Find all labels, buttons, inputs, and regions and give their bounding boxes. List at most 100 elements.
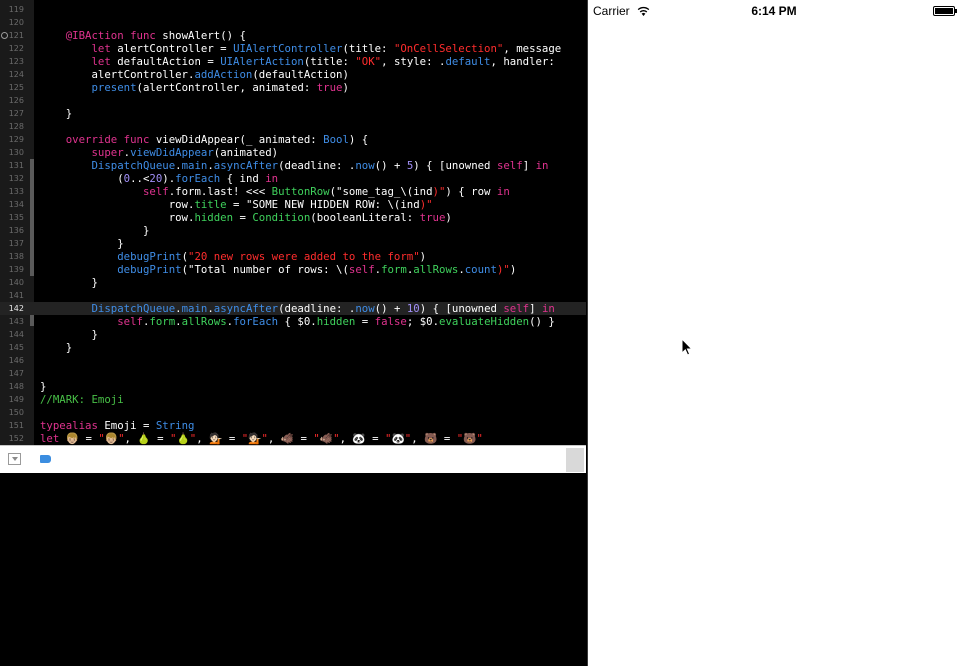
code-text: present(alertController, animated: true): [91, 81, 349, 94]
hide-debug-area-icon[interactable]: [8, 453, 21, 465]
code-line[interactable]: 139 debugPrint("Total number of rows: \(…: [0, 263, 586, 276]
code-text: }: [40, 237, 124, 250]
code-line[interactable]: 144 }: [0, 328, 586, 341]
line-number: 137: [8, 239, 24, 248]
code-line[interactable]: 143 self.form.allRows.forEach { $0.hidde…: [0, 315, 586, 328]
line-number: 128: [8, 122, 24, 131]
tag-icon[interactable]: [40, 455, 51, 463]
line-number: 151: [8, 421, 24, 430]
code-line[interactable]: 133 self.form.last! <<< ButtonRow("some_…: [0, 185, 586, 198]
line-number: 120: [8, 18, 24, 27]
debug-bar-scroll-area[interactable]: [566, 448, 584, 472]
code-line[interactable]: 152 let 👦🏼 = "👦🏼", 🍐 = "🍐", 💁🏻 = "💁🏻", 🐗 …: [0, 432, 586, 445]
line-number: 127: [8, 109, 24, 118]
line-number: 142: [8, 304, 24, 313]
code-line[interactable]: 123 let defaultAction = UIAlertAction(ti…: [0, 55, 586, 68]
ios-simulator-screen[interactable]: Carrier 6:14 PM: [587, 0, 959, 666]
line-number: 150: [8, 408, 24, 417]
code-text: self.form.allRows.forEach { $0.hidden = …: [117, 315, 555, 328]
line-number: 146: [8, 356, 24, 365]
line-number: 123: [8, 57, 24, 66]
code-text: DispatchQueue.main.asyncAfter(deadline: …: [91, 159, 549, 172]
line-number: 147: [8, 369, 24, 378]
ios-status-bar: Carrier 6:14 PM: [588, 0, 959, 22]
code-line[interactable]: 119: [0, 3, 586, 16]
code-text: let alertController = UIAlertController(…: [91, 42, 562, 55]
code-text: DispatchQueue.main.asyncAfter(deadline: …: [91, 302, 555, 315]
line-number: 149: [8, 395, 24, 404]
code-line[interactable]: 150: [0, 406, 586, 419]
code-line[interactable]: 137 }: [0, 237, 586, 250]
code-line[interactable]: 128: [0, 120, 586, 133]
code-line[interactable]: 136 }: [0, 224, 586, 237]
line-number: 131: [8, 161, 24, 170]
line-number: 119: [8, 5, 24, 14]
line-number: 152: [8, 434, 24, 443]
line-number: 138: [8, 252, 24, 261]
code-text: }: [40, 341, 73, 354]
line-number: 148: [8, 382, 24, 391]
code-text: let defaultAction = UIAlertAction(title:…: [91, 55, 555, 68]
line-number: 144: [8, 330, 24, 339]
code-line[interactable]: 141: [0, 289, 586, 302]
code-line[interactable]: 135 row.hidden = Condition(booleanLitera…: [0, 211, 586, 224]
code-line[interactable]: 149 //MARK: Emoji: [0, 393, 586, 406]
code-line[interactable]: 148}: [0, 380, 586, 393]
code-editor[interactable]: 119 120 121 @IBAction func showAlert() {12…: [0, 0, 586, 445]
line-number: 133: [8, 187, 24, 196]
code-line[interactable]: 134 row.title = "SOME NEW HIDDEN ROW: \(…: [0, 198, 586, 211]
debug-bar: [0, 445, 586, 473]
code-text: row.title = "SOME NEW HIDDEN ROW: \(ind)…: [40, 198, 433, 211]
code-text: let 👦🏼 = "👦🏼", 🍐 = "🍐", 💁🏻 = "💁🏻", 🐗 = "…: [40, 432, 483, 445]
code-line[interactable]: 147: [0, 367, 586, 380]
code-text: typealias Emoji = String: [40, 419, 195, 432]
line-number: 130: [8, 148, 24, 157]
code-text: self.form.last! <<< ButtonRow("some_tag_…: [142, 185, 510, 198]
code-line[interactable]: 127 }: [0, 107, 586, 120]
line-number: 139: [8, 265, 24, 274]
code-line[interactable]: 145 }: [0, 341, 586, 354]
line-number: 140: [8, 278, 24, 287]
debug-console[interactable]: [0, 473, 586, 666]
line-number: 134: [8, 200, 24, 209]
line-number: 141: [8, 291, 24, 300]
code-line[interactable]: 122 let alertController = UIAlertControl…: [0, 42, 586, 55]
code-text: override func viewDidAppear(_ animated: …: [65, 133, 369, 146]
line-number: 143: [8, 317, 24, 326]
code-text: @IBAction func showAlert() {: [65, 29, 246, 42]
line-number: 121: [8, 31, 24, 40]
line-number: 125: [8, 83, 24, 92]
code-line[interactable]: 129 override func viewDidAppear(_ animat…: [0, 133, 586, 146]
code-line[interactable]: 130 super.viewDidAppear(animated): [0, 146, 586, 159]
code-line[interactable]: 146: [0, 354, 586, 367]
code-line[interactable]: 151 typealias Emoji = String: [0, 419, 586, 432]
battery-icon: [933, 6, 957, 16]
code-line[interactable]: 120: [0, 16, 586, 29]
status-time: 6:14 PM: [751, 4, 797, 18]
code-line[interactable]: 124 alertController.addAction(defaultAct…: [0, 68, 586, 81]
code-text: }: [40, 328, 98, 341]
line-number: 132: [8, 174, 24, 183]
code-line[interactable]: 132 (0..<20).forEach { ind in: [0, 172, 586, 185]
code-text: }: [40, 276, 98, 289]
code-line[interactable]: 138 debugPrint("20 new rows were added t…: [0, 250, 586, 263]
code-text: row.hidden = Condition(booleanLiteral: t…: [40, 211, 452, 224]
code-text: //MARK: Emoji: [40, 393, 124, 406]
code-line[interactable]: 140 }: [0, 276, 586, 289]
code-text: alertController.addAction(defaultAction): [40, 68, 349, 81]
code-line[interactable]: 126: [0, 94, 586, 107]
line-number: 136: [8, 226, 24, 235]
code-line[interactable]: 142 DispatchQueue.main.asyncAfter(deadli…: [0, 302, 586, 315]
code-text: }: [40, 380, 47, 393]
code-line[interactable]: 121 @IBAction func showAlert() {: [0, 29, 586, 42]
code-line[interactable]: 125 present(alertController, animated: t…: [0, 81, 586, 94]
line-number: 122: [8, 44, 24, 53]
code-line[interactable]: 131 DispatchQueue.main.asyncAfter(deadli…: [0, 159, 586, 172]
code-text: debugPrint("20 new rows were added to th…: [117, 250, 427, 263]
code-text: (0..<20).forEach { ind in: [40, 172, 279, 185]
code-text: debugPrint("Total number of rows: \(self…: [117, 263, 517, 276]
line-number: 129: [8, 135, 24, 144]
mouse-pointer-icon: [681, 338, 693, 356]
line-number: 145: [8, 343, 24, 352]
line-number: 135: [8, 213, 24, 222]
